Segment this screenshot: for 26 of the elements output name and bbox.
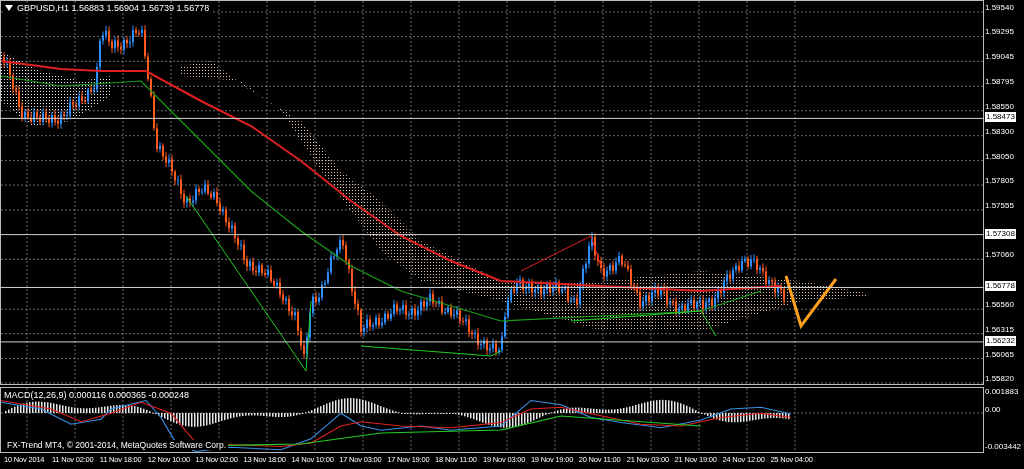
price-label: 1.58050	[985, 151, 1014, 162]
price-label: 1.59295	[985, 27, 1014, 38]
macd-value-label: 0.00	[985, 405, 1001, 415]
copyright-text: FX-Trend MT4, © 2001-2014, MetaQuotes Software Corp.	[5, 440, 229, 450]
price-label: 1.56065	[985, 349, 1014, 360]
price-level-label: 1.56778	[985, 281, 1016, 292]
caret-icon[interactable]	[5, 5, 13, 11]
price-label: 1.59540	[985, 3, 1014, 13]
price-label: 1.57805	[985, 176, 1014, 187]
price-level-label: 1.58473	[985, 112, 1016, 123]
price-label: 1.58795	[985, 77, 1014, 88]
price-label: 1.56560	[985, 300, 1014, 311]
price-label: 1.59045	[985, 52, 1014, 63]
price-label: 1.58300	[985, 126, 1014, 137]
price-label: 1.56315	[985, 324, 1014, 335]
price-level-label: 1.56232	[985, 335, 1016, 346]
macd-value-label: 0.001883	[985, 387, 1019, 397]
price-label: 1.55820	[985, 374, 1014, 384]
projection-line	[784, 275, 838, 330]
chart-title: GBPUSD,H1 1.56883 1.56904 1.56739 1.56778	[17, 3, 210, 13]
price-label: 1.57060	[985, 250, 1014, 261]
price-label: 1.57555	[985, 200, 1014, 211]
macd-title: MACD(12,26,9) 0.000116 0.000365 -0.000248	[4, 390, 189, 400]
macd-value-label: -0.003442	[985, 442, 1022, 452]
price-level-label: 1.57308	[985, 228, 1016, 239]
price-label: 1.58550	[985, 101, 1014, 112]
